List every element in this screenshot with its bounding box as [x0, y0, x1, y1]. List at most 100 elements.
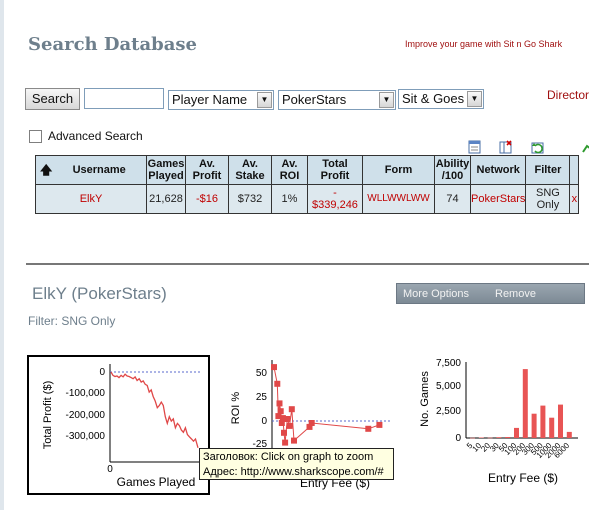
profit-chart[interactable]: 0 -100,000 -200,000 -300,000 0 Games Pla… — [28, 356, 209, 494]
director-link[interactable]: Director — [547, 88, 589, 102]
player-filter: Filter: SNG Only — [28, 314, 116, 328]
refresh-icon[interactable] — [531, 140, 545, 154]
export-icon[interactable] — [468, 140, 482, 154]
tooltip-address: Адрес: http://www.sharkscope.com/# — [203, 466, 384, 478]
games-bar — [566, 431, 572, 438]
results-table: 🡅 Username Games Played Av. Profit Av. S… — [35, 155, 580, 214]
cell-form: WLLWWLWW — [362, 184, 435, 214]
tooltip-title: Заголовок: Click on graph to zoom — [203, 451, 374, 463]
games-bar — [540, 405, 546, 438]
games-xlabel: Entry Fee ($) — [488, 471, 558, 485]
delete-columns-icon[interactable] — [499, 140, 513, 154]
cell-totalprofit: - $339,246 — [307, 184, 363, 214]
remove-player-button[interactable]: Remove — [495, 288, 536, 300]
col-username[interactable]: 🡅 Username — [35, 155, 147, 185]
games-bar — [558, 404, 563, 438]
col-avprofit[interactable]: Av. Profit — [185, 155, 229, 185]
advanced-search-checkbox[interactable] — [29, 130, 42, 143]
search-input[interactable] — [84, 88, 164, 109]
cell-avstake: $732 — [228, 184, 272, 214]
roi-point — [274, 380, 281, 387]
games-ytick: 0 — [455, 433, 461, 444]
cell-filter: SNG Only — [525, 184, 571, 214]
chevron-down-icon[interactable]: ▼ — [379, 92, 394, 108]
roi-point — [308, 420, 315, 426]
col-network[interactable]: Network — [469, 155, 527, 185]
cell-username[interactable]: ElkY — [35, 184, 147, 214]
table-header-row: 🡅 Username Games Played Av. Profit Av. S… — [35, 155, 580, 185]
cell-avroi: 1% — [271, 184, 308, 214]
promo-link[interactable]: Improve your game with Sit n Go Shark — [405, 39, 562, 49]
advanced-search-label: Advanced Search — [48, 129, 143, 143]
network-select[interactable]: PokerStars ▼ — [278, 90, 396, 110]
col-form[interactable]: Form — [362, 155, 435, 185]
game-type-select[interactable]: Sit & Goes ▼ — [398, 89, 484, 109]
col-games[interactable]: Games Played — [146, 155, 186, 185]
profit-series-line — [110, 371, 199, 448]
roi-ylabel: ROI % — [230, 392, 242, 425]
search-type-value: Player Name — [172, 92, 248, 107]
profit-xlabel: Games Played — [117, 475, 196, 489]
games-bar — [470, 437, 475, 439]
game-type-value: Sit & Goes — [402, 91, 465, 106]
roi-point — [286, 422, 293, 429]
cell-network[interactable]: PokerStars — [469, 184, 527, 214]
games-ytick: 2,500 — [436, 406, 461, 417]
profit-ylabel: Total Profit ($) — [42, 381, 54, 449]
chevron-down-icon[interactable]: ▼ — [467, 91, 482, 107]
search-type-select[interactable]: Player Name ▼ — [168, 90, 274, 110]
table-row: ElkY 21,628 -$16 $732 1% - $339,246 WLLW… — [35, 184, 580, 214]
roi-ytick: 0 — [261, 416, 267, 427]
chevron-down-icon[interactable]: ▼ — [257, 92, 272, 108]
more-options-button[interactable]: More Options — [403, 288, 469, 300]
games-bar — [549, 417, 555, 438]
search-button[interactable]: Search — [25, 88, 80, 110]
col-ability[interactable]: Ability /100 — [434, 155, 471, 185]
roi-point — [282, 439, 289, 446]
games-bar — [522, 369, 528, 438]
games-ylabel: No. Games — [419, 371, 431, 427]
games-chart[interactable]: 7,500 5,000 2,500 0 Entry Fee ($) No. Ga… — [412, 356, 589, 494]
left-border — [0, 0, 4, 510]
tooltip: Заголовок: Click on graph to zoom Адрес:… — [199, 448, 394, 480]
games-bar — [478, 437, 484, 438]
page-title: Search Database — [28, 34, 197, 55]
roi-series-line — [273, 367, 380, 443]
roi-point — [281, 429, 287, 436]
games-bar — [487, 437, 493, 439]
roi-point — [376, 421, 383, 428]
games-bar — [514, 427, 519, 438]
col-avroi[interactable]: Av. ROI — [271, 155, 308, 185]
roi-ytick: 25 — [256, 392, 268, 403]
profit-ytick: 0 — [99, 367, 105, 378]
games-ytick: 5,000 — [436, 381, 461, 392]
roi-point — [271, 364, 277, 371]
col-totalprofit[interactable]: Total Profit — [307, 155, 363, 185]
roi-point — [284, 416, 291, 422]
profit-ytick: -200,000 — [66, 410, 106, 421]
player-title: ElkY (PokerStars) — [32, 284, 167, 303]
profit-ytick: -300,000 — [66, 431, 106, 442]
sort-up-arrow-icon[interactable]: 🡅 — [40, 164, 52, 176]
roi-point — [276, 400, 283, 407]
network-value: PokerStars — [282, 92, 347, 107]
roi-point — [291, 437, 297, 444]
graph-icon[interactable] — [582, 140, 589, 154]
games-bar — [496, 437, 502, 438]
roi-point — [288, 406, 295, 413]
remove-row-button[interactable]: x — [569, 184, 580, 214]
profit-xtick: 0 — [107, 464, 113, 475]
player-options-bar: More Options Remove — [396, 283, 585, 304]
col-remove — [569, 155, 580, 185]
games-bar — [531, 413, 537, 438]
games-ytick: 7,500 — [436, 358, 461, 369]
profit-ytick: -100,000 — [66, 388, 106, 399]
roi-point — [277, 408, 284, 415]
col-avstake[interactable]: Av. Stake — [228, 155, 272, 185]
section-divider — [26, 263, 589, 265]
cell-ability: 74 — [434, 184, 471, 214]
games-bar — [505, 437, 511, 438]
cell-games: 21,628 — [146, 184, 186, 214]
roi-ytick: 50 — [256, 368, 268, 379]
col-filter[interactable]: Filter — [525, 155, 571, 185]
